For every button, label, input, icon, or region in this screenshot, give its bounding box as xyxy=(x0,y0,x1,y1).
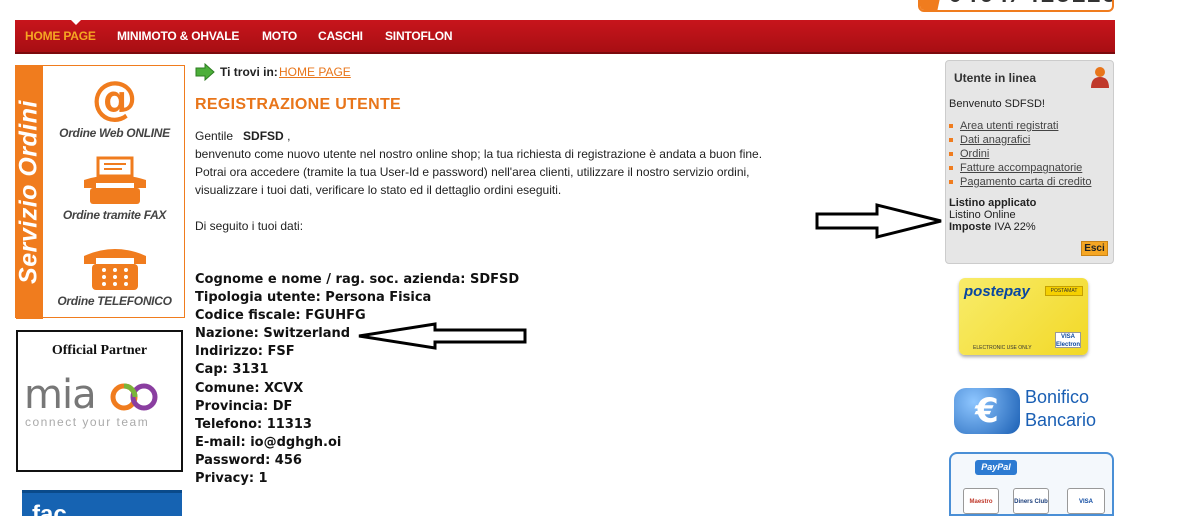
diners-logo: Diners Club xyxy=(1013,488,1049,514)
greeting-suffix: , xyxy=(287,129,291,143)
listino-value: Listino Online xyxy=(949,209,1016,221)
orders-band-label: Servizio Ordini xyxy=(14,100,43,284)
paypal-logo: PayPal xyxy=(975,460,1017,475)
bonifico-line2: Bancario xyxy=(1025,410,1097,430)
user-online-panel: Utente in linea Benvenuto SDFSD! Area ut… xyxy=(945,60,1114,264)
nav-active-notch xyxy=(71,20,81,25)
phone-icon xyxy=(83,249,146,290)
confirmation-text: Gentile SDFSD , benvenuto come nuovo ute… xyxy=(195,127,775,235)
postepay-chip: POSTAMAT xyxy=(1045,286,1083,296)
order-fax-label: Ordine tramite FAX xyxy=(62,208,167,222)
facebook-tile[interactable]: fac xyxy=(22,490,182,516)
postepay-title: postepay xyxy=(964,283,1030,300)
payment-cards-box[interactable]: PayPal Maestro Diners Club VISA xyxy=(949,452,1114,516)
phone-number: 0464/425125 xyxy=(948,0,1112,10)
user-panel-title: Utente in linea xyxy=(954,71,1037,85)
fax-icon xyxy=(83,156,146,204)
data-row-cap: Cap: 3131 xyxy=(195,362,269,378)
data-row-phone: Telefono: 11313 xyxy=(195,416,312,432)
data-row-email: E-mail: io@dghgh.oi xyxy=(195,434,342,450)
phone-badge: 0464/425125 xyxy=(918,0,1114,12)
phone-badge-tab xyxy=(920,0,944,10)
bonifico-line1: Bonifico xyxy=(1025,387,1090,407)
postepay-small-text: ELECTRONIC USE ONLY xyxy=(973,345,1032,351)
euro-icon: € xyxy=(954,388,1020,434)
user-menu-dati-anagrafici[interactable]: Dati anagrafici xyxy=(949,133,1091,147)
breadcrumb-prefix: Ti trovi in: xyxy=(220,65,278,79)
maestro-logo: Maestro xyxy=(963,488,999,514)
data-row-privacy: Privacy: 1 xyxy=(195,471,268,487)
main-navbar: HOME PAGE MINIMOTO & OHVALE MOTO CASCHI … xyxy=(15,20,1115,54)
annotation-arrow-left xyxy=(358,322,527,350)
order-web-online[interactable]: @ Ordine Web ONLINE xyxy=(43,74,186,140)
postepay-card[interactable]: postepay POSTAMAT ELECTRONIC USE ONLY VI… xyxy=(959,278,1088,355)
order-telefonico[interactable]: Ordine TELEFONICO xyxy=(43,242,186,308)
data-row-province: Provincia: DF xyxy=(195,398,293,414)
user-menu-ordini[interactable]: Ordini xyxy=(949,147,1091,161)
nav-item-home[interactable]: HOME PAGE xyxy=(25,29,96,43)
user-data-list: Cognome e nome / rag. soc. azienda: SDFS… xyxy=(195,271,519,488)
postepay-visa-logo: VISA Electron xyxy=(1055,332,1081,348)
logout-button[interactable]: Esci xyxy=(1081,241,1108,256)
data-intro: Di seguito i tuoi dati: xyxy=(195,219,304,233)
official-partner-box[interactable]: Official Partner mia connect your team xyxy=(16,330,183,472)
data-row-name: Cognome e nome / rag. soc. azienda: SDFS… xyxy=(195,272,520,287)
partner-title: Official Partner xyxy=(51,343,148,358)
page: 0464/425125 HOME PAGE MINIMOTO & OHVALE … xyxy=(0,0,1192,516)
page-title: REGISTRAZIONE UTENTE xyxy=(195,96,402,113)
visa-logo: VISA xyxy=(1067,488,1105,514)
order-fax[interactable]: Ordine tramite FAX xyxy=(43,156,186,222)
greeting-user-name: SDFSD xyxy=(243,129,284,143)
data-row-user-type: Tipologia utente: Persona Fisica xyxy=(195,290,432,306)
green-arrow-icon xyxy=(195,63,215,81)
data-row-password: Password: 456 xyxy=(195,452,302,468)
at-icon: @ xyxy=(91,71,138,125)
annotation-arrow-right xyxy=(815,203,942,239)
partner-tagline: connect your team xyxy=(25,415,150,429)
bonifico-bancario-logo[interactable]: € Bonifico Bancario xyxy=(952,382,1112,438)
nav-item-moto[interactable]: MOTO xyxy=(262,29,297,43)
partner-logo-rings-icon xyxy=(110,383,158,411)
listino-label: Listino applicato xyxy=(949,197,1037,209)
access-paragraph: Potrai ora accedere (tramite la tua User… xyxy=(195,165,750,197)
order-web-label: Ordine Web ONLINE xyxy=(59,126,170,140)
order-phone-label: Ordine TELEFONICO xyxy=(57,294,172,308)
imposte-label: Imposte xyxy=(949,221,992,233)
greeting-line: Gentile SDFSD , xyxy=(195,127,775,145)
user-menu-pagamento[interactable]: Pagamento carta di credito xyxy=(949,175,1091,189)
orders-band: Servizio Ordini xyxy=(14,66,43,319)
price-list-info: Listino applicato Listino Online Imposte… xyxy=(949,197,1036,233)
data-row-city: Comune: XCVX xyxy=(195,380,304,396)
imposte-value: IVA 22% xyxy=(994,221,1036,233)
user-welcome: Benvenuto SDFSD! xyxy=(949,98,1045,110)
partner-logo-text: mia xyxy=(24,372,97,418)
user-menu: Area utenti registrati Dati anagrafici O… xyxy=(949,119,1091,189)
user-avatar-icon xyxy=(1091,67,1109,88)
nav-item-sintoflon[interactable]: SINTOFLON xyxy=(385,29,453,43)
facebook-tile-text: fac xyxy=(32,501,67,516)
welcome-paragraph: benvenuto come nuovo utente nel nostro o… xyxy=(195,147,763,161)
nav-item-caschi[interactable]: CASCHI xyxy=(318,29,363,43)
nav-item-minimoto[interactable]: MINIMOTO & OHVALE xyxy=(117,29,239,43)
user-menu-fatture[interactable]: Fatture accompagnatorie xyxy=(949,161,1091,175)
greeting-prefix: Gentile xyxy=(195,129,234,143)
user-menu-area-utenti[interactable]: Area utenti registrati xyxy=(949,119,1091,133)
breadcrumb-home-link[interactable]: HOME PAGE xyxy=(279,65,351,79)
orders-service-box: Servizio Ordini @ Ordine Web ONLINE Ordi… xyxy=(14,65,186,319)
